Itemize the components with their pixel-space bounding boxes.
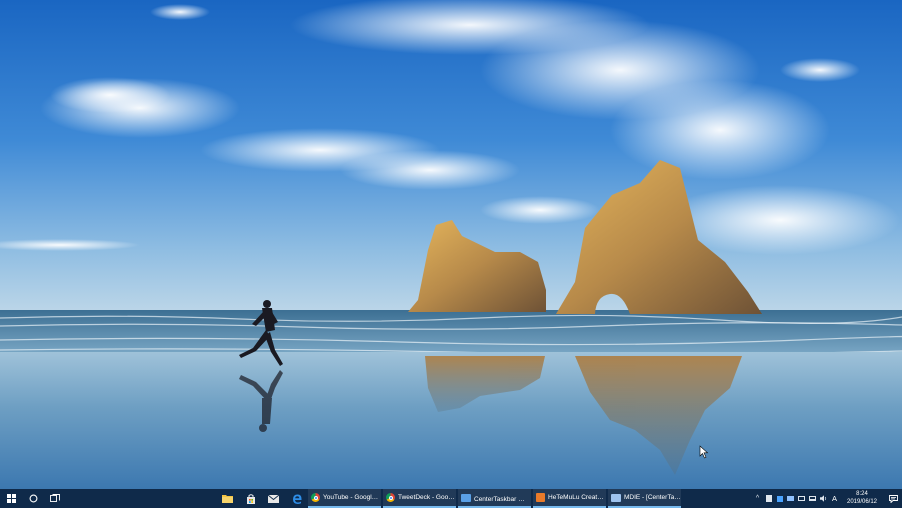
wallpaper-image [0,0,902,489]
task-hetemulu-creator[interactable]: HeTeMuLu Creator ... [533,489,606,508]
task-label: YouTube - Google ... [323,494,381,501]
task-label: HeTeMuLu Creator ... [548,494,606,501]
app-icon [611,493,621,502]
task-youtube-chrome[interactable]: YouTube - Google ... [308,489,381,508]
store-icon [246,493,255,504]
pinned-edge[interactable] [285,489,308,508]
monitor-icon [798,496,805,501]
chevron-up-icon: ^ [755,495,760,502]
file-explorer-icon [222,495,233,503]
pinned-mail[interactable] [262,489,285,508]
task-label: TweetDeck - Googl... [398,494,456,501]
task-tweetdeck-chrome[interactable]: TweetDeck - Googl... [383,489,456,508]
chrome-icon [386,493,395,502]
tray-app-2[interactable] [774,489,785,508]
ime-indicator[interactable]: A [829,489,840,508]
app-icon [461,493,471,502]
windows-logo-icon [6,494,16,503]
tray-app-4[interactable] [796,489,807,508]
desktop-wallpaper [0,0,902,489]
show-hidden-icons-button[interactable]: ^ [752,489,763,508]
envelope-icon [787,496,794,501]
mail-icon [268,494,279,503]
network-icon [809,496,816,501]
notification-icon [888,494,898,503]
app-icon [536,493,545,502]
document-icon [765,495,772,502]
tray-app-1[interactable] [763,489,774,508]
action-center-button[interactable] [884,489,902,508]
task-mdie[interactable]: MDIE - [CenterTask... [608,489,681,508]
clock-time: 8:24 [856,491,868,497]
chrome-icon [311,493,320,502]
pinned-store[interactable] [239,489,262,508]
task-view-button[interactable] [44,489,66,508]
network-button[interactable] [807,489,818,508]
pinned-file-explorer[interactable] [216,489,239,508]
start-button[interactable] [0,489,22,508]
task-label: CenterTaskbar のダ... [474,495,531,503]
clock-date: 2019/06/12 [846,498,878,505]
edge-icon [292,494,302,504]
blue-app-icon [776,495,783,502]
speaker-icon [819,495,826,502]
ime-mode-label: A [831,494,837,503]
task-centertaskbar[interactable]: CenterTaskbar のダ... [458,489,531,508]
cortana-circle-icon [29,494,37,503]
task-view-icon [50,494,60,502]
tray-app-3[interactable] [785,489,796,508]
task-label: MDIE - [CenterTask... [624,494,681,501]
clock-button[interactable]: 8:24 2019/06/12 [840,489,884,508]
volume-button[interactable] [818,489,829,508]
search-button[interactable] [22,489,44,508]
taskbar: YouTube - Google ... TweetDeck - Googl..… [0,489,902,508]
